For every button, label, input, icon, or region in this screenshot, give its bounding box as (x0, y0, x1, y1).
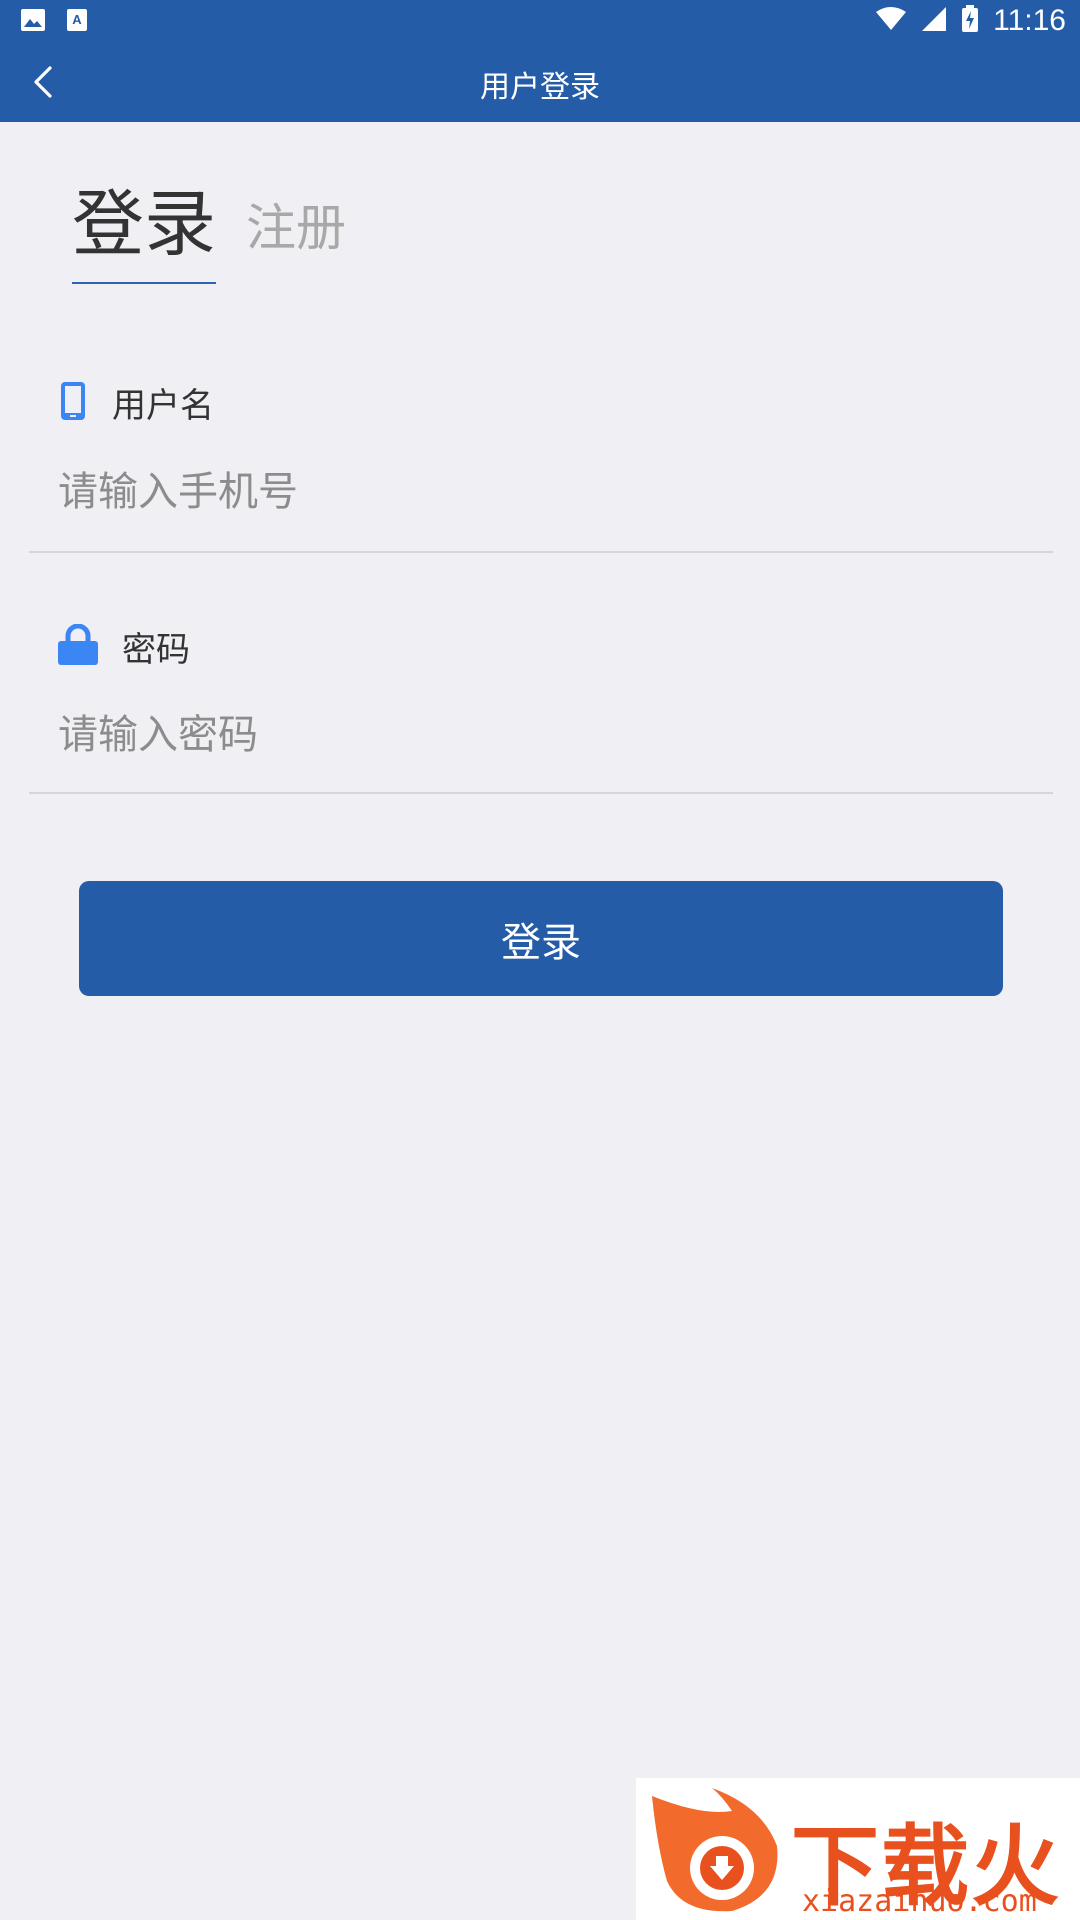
password-input[interactable] (58, 705, 1038, 765)
app-bar: 用户登录 (0, 42, 1080, 122)
phone-icon (58, 380, 88, 426)
battery-charging-icon (961, 5, 979, 37)
status-bar: A 11:16 (0, 0, 1080, 42)
username-label: 用户名 (112, 386, 214, 426)
image-icon (20, 8, 46, 36)
password-label-row: 密码 (58, 622, 190, 671)
tab-login[interactable]: 登录 (72, 184, 216, 285)
login-button[interactable]: 登录 (79, 881, 1003, 996)
flame-icon (652, 1788, 778, 1912)
password-divider (29, 792, 1053, 794)
watermark-url: xiazaihuo.com (802, 1884, 1037, 1919)
page-title: 用户登录 (480, 70, 600, 105)
username-label-row: 用户名 (58, 378, 214, 427)
svg-text:A: A (72, 12, 82, 27)
lock-icon (58, 623, 98, 670)
font-icon: A (66, 8, 88, 36)
status-time: 11:16 (993, 4, 1066, 37)
watermark-logo: 下载火 xiazaihuo.com (636, 1778, 1080, 1920)
auth-tabs: 登录 注册 (72, 184, 346, 285)
username-divider (29, 551, 1053, 553)
password-label: 密码 (122, 630, 190, 670)
tab-register[interactable]: 注册 (246, 201, 346, 284)
wifi-icon (875, 6, 907, 36)
username-input[interactable] (58, 462, 1038, 522)
signal-icon (921, 6, 947, 36)
